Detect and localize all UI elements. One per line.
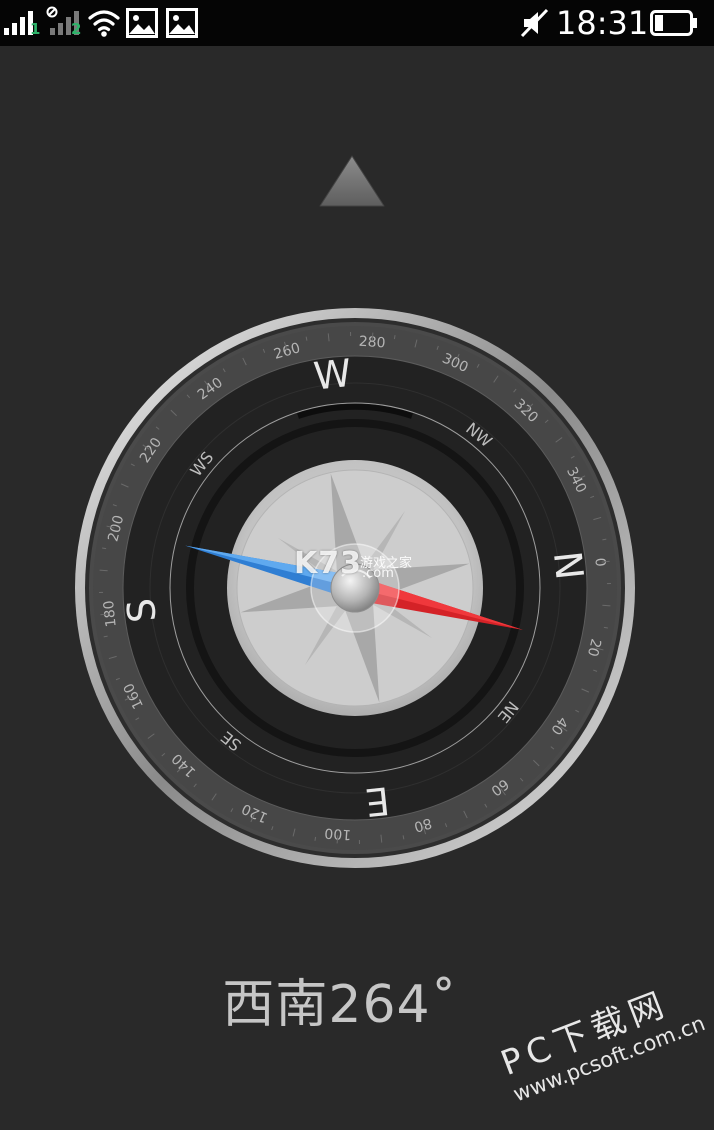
compass-app-screen: 1 2 18:31 0 20 40 60 80 100 120 140 160 … <box>0 0 714 1130</box>
degree-tick <box>393 335 396 340</box>
degree-tick <box>314 836 317 841</box>
degree-tick <box>371 332 374 341</box>
cardinal-label-w: W <box>312 351 354 399</box>
cardinal-label-e: E <box>363 778 391 824</box>
image-icon <box>126 8 158 38</box>
degree-label-0: 0 <box>591 557 608 568</box>
degree-tick <box>336 835 339 844</box>
sim2-label: 2 <box>71 20 82 38</box>
image-icon <box>166 8 198 38</box>
heading-indicator-icon <box>319 155 385 207</box>
sim1-label: 1 <box>30 20 41 38</box>
k73-domain-text: .com <box>362 566 394 581</box>
degree-tick <box>603 626 608 629</box>
status-clock: 18:31 <box>556 4 649 42</box>
degree-tick <box>99 569 108 572</box>
k73-logo: K73 <box>294 546 362 581</box>
cardinal-label-n: N <box>545 549 592 582</box>
degree-tick <box>602 604 611 607</box>
status-bar: 1 2 18:31 <box>0 0 714 46</box>
wifi-icon <box>88 10 120 37</box>
k73-watermark: K73 游戏之家 .com <box>294 546 444 596</box>
degree-tick <box>102 547 107 550</box>
degree-label-180: 180 <box>101 600 120 628</box>
battery-icon <box>650 10 697 36</box>
mute-icon <box>520 8 549 38</box>
cardinal-label-s: S <box>119 596 165 625</box>
